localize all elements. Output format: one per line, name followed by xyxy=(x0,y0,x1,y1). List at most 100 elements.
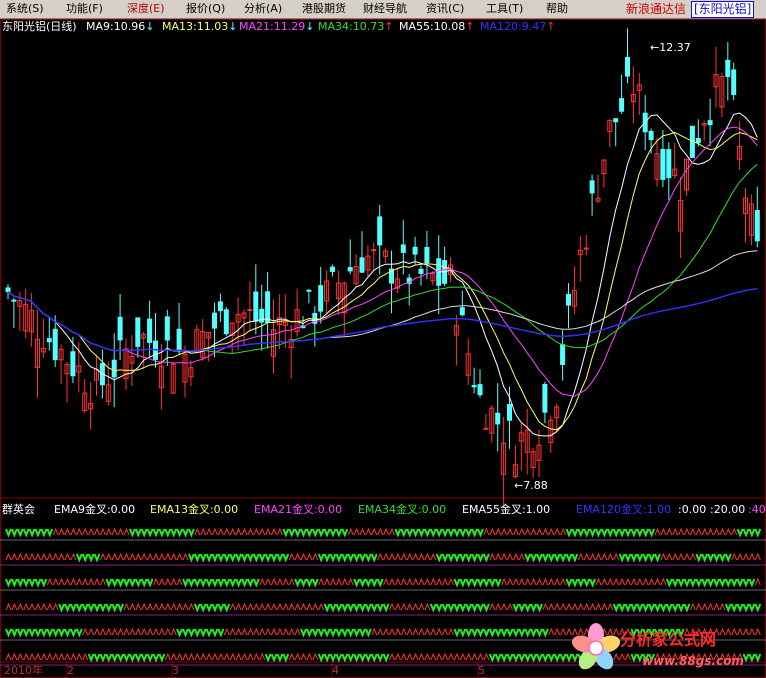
up-arrow-icon xyxy=(654,577,661,586)
down-arrow-icon xyxy=(618,553,626,563)
up-arrow-icon xyxy=(501,602,508,611)
down-arrow-icon xyxy=(317,653,325,663)
down-arrow-icon xyxy=(311,528,319,538)
up-arrow-icon xyxy=(448,652,454,661)
candle-body xyxy=(613,118,619,123)
candle-body xyxy=(70,351,76,377)
up-arrow-icon xyxy=(748,552,755,561)
up-arrow-icon xyxy=(82,577,89,586)
up-arrow-icon xyxy=(259,652,266,661)
menu-finance-nav[interactable]: 财经导航 xyxy=(363,0,407,18)
up-arrow-icon xyxy=(548,577,555,586)
stock-code-box[interactable]: [东阳光铝] xyxy=(691,1,755,18)
up-arrow-icon xyxy=(754,552,761,561)
candle-body xyxy=(5,287,11,293)
up-arrow-icon xyxy=(400,602,407,611)
down-arrow-icon xyxy=(46,628,54,638)
down-arrow-icon xyxy=(305,628,313,638)
up-arrow-icon xyxy=(247,652,254,661)
down-arrow-icon xyxy=(524,553,532,563)
up-arrow-icon xyxy=(477,652,484,661)
up-arrow-icon xyxy=(719,527,726,536)
up-arrow-icon xyxy=(223,652,230,661)
down-arrow-icon xyxy=(707,553,715,563)
down-arrow-icon xyxy=(435,528,443,538)
down-arrow-icon xyxy=(134,528,142,538)
candle-body xyxy=(731,69,737,96)
down-arrow-icon xyxy=(93,653,101,663)
up-arrow-icon xyxy=(306,602,313,611)
down-arrow-icon xyxy=(583,528,591,538)
down-arrow-icon xyxy=(370,603,378,613)
menu-tools[interactable]: 工具(T) xyxy=(486,0,523,18)
up-arrow-icon xyxy=(660,552,667,561)
down-arrow-icon xyxy=(164,528,172,538)
up-arrow-icon xyxy=(105,527,112,536)
down-arrow-icon xyxy=(441,603,449,613)
down-arrow-icon xyxy=(477,603,484,613)
down-arrow-icon xyxy=(140,528,148,538)
down-arrow-icon xyxy=(471,628,479,638)
up-arrow-icon xyxy=(424,652,431,661)
menu-quote[interactable]: 报价(Q) xyxy=(186,0,225,18)
down-arrow-icon xyxy=(158,653,166,663)
candle-body xyxy=(542,383,548,413)
down-arrow-icon xyxy=(317,528,325,538)
menu-depth[interactable]: 深度(E) xyxy=(127,0,165,18)
up-arrow-icon xyxy=(17,652,24,661)
down-arrow-icon xyxy=(370,553,378,563)
up-arrow-icon xyxy=(442,577,449,586)
down-arrow-icon xyxy=(146,578,154,588)
down-arrow-icon xyxy=(382,603,390,613)
menu-analysis[interactable]: 分析(A) xyxy=(244,0,282,18)
candle-body xyxy=(560,344,566,365)
down-arrow-icon xyxy=(176,528,184,538)
menu-help[interactable]: 帮助 xyxy=(546,0,568,18)
up-arrow-icon xyxy=(406,577,413,586)
menu-news[interactable]: 资讯(C) xyxy=(426,0,464,18)
up-arrow-icon xyxy=(583,602,590,611)
up-arrow-icon xyxy=(170,627,177,636)
down-arrow-icon xyxy=(34,578,42,588)
up-arrow-icon xyxy=(418,627,425,636)
up-arrow-icon xyxy=(23,552,30,561)
down-arrow-icon xyxy=(512,628,520,638)
down-arrow-icon xyxy=(300,628,307,638)
up-arrow-icon xyxy=(701,602,708,611)
candle-body xyxy=(424,246,430,264)
menu-hk-futures[interactable]: 港股期货 xyxy=(302,0,346,18)
down-arrow-icon xyxy=(748,528,756,538)
menu-system[interactable]: 系统(S) xyxy=(6,0,44,18)
up-arrow-icon xyxy=(265,527,272,536)
up-arrow-icon xyxy=(400,577,407,586)
down-arrow-icon xyxy=(140,653,148,663)
down-arrow-icon xyxy=(748,578,756,588)
up-arrow-icon xyxy=(170,652,177,661)
up-arrow-icon xyxy=(123,627,130,636)
down-arrow-icon xyxy=(630,603,638,613)
candle-body xyxy=(619,98,625,112)
up-arrow-icon xyxy=(341,577,348,586)
watermark: 分析家公式网 www.88gs.com xyxy=(566,616,766,678)
up-arrow-icon xyxy=(11,652,18,661)
down-arrow-icon xyxy=(689,578,697,588)
up-arrow-icon xyxy=(288,652,295,661)
down-arrow-icon xyxy=(394,528,402,538)
down-arrow-icon xyxy=(400,528,408,538)
chart-area[interactable]: ←12.37 ←7.88 xyxy=(0,19,766,678)
up-arrow-icon xyxy=(371,627,378,636)
down-arrow-icon xyxy=(364,653,372,663)
candle-body xyxy=(147,318,153,343)
up-arrow-icon xyxy=(194,527,201,536)
up-arrow-icon xyxy=(548,527,555,536)
down-arrow-icon xyxy=(305,578,313,588)
menu-function[interactable]: 功能(F) xyxy=(66,0,103,18)
down-arrow-icon xyxy=(329,553,337,563)
up-arrow-icon xyxy=(383,552,390,561)
down-arrow-icon xyxy=(335,603,343,613)
up-arrow-icon xyxy=(46,652,53,661)
candle-body xyxy=(471,384,477,388)
down-arrow-icon xyxy=(10,578,18,588)
down-arrow-icon xyxy=(742,528,750,538)
down-arrow-icon xyxy=(642,553,650,563)
